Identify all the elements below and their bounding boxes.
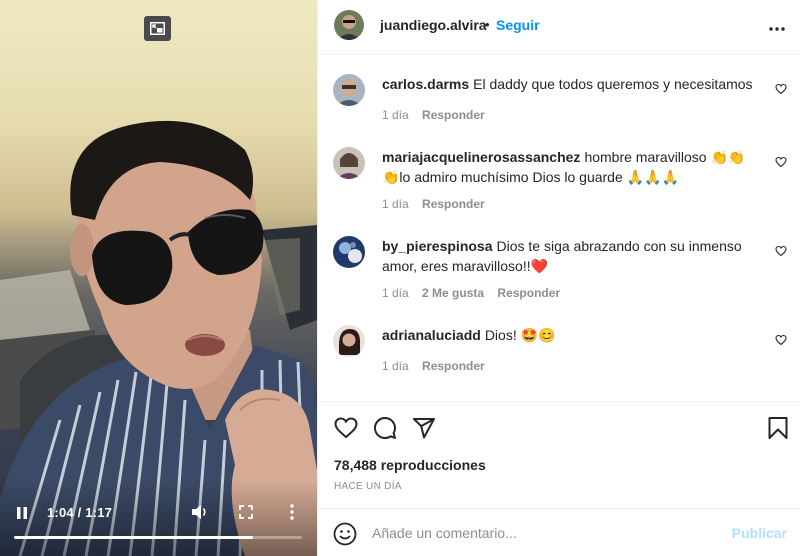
fullscreen-button[interactable] <box>237 503 255 521</box>
commenter-username[interactable]: mariajacquelinerosassanchez <box>382 149 580 165</box>
progress-bar[interactable] <box>14 536 302 539</box>
reply-button[interactable]: Responder <box>422 197 485 211</box>
reply-button[interactable]: Responder <box>422 359 485 373</box>
comment-item: adrianaluciadd Dios! 🤩😊 1 día Responder <box>318 323 800 393</box>
post-panel: juandiego.alvira • Seguir carlos.darms El… <box>317 0 800 556</box>
comment-body: by_pierespinosa Dios te siga abrazando co… <box>382 236 762 276</box>
emoji-smiley-icon[interactable] <box>333 522 357 546</box>
pause-icon <box>17 507 27 519</box>
like-comment-heart-icon[interactable] <box>775 83 787 95</box>
post-date[interactable]: HACE UN DÍA <box>334 481 402 492</box>
comment-meta: 1 día Responder <box>382 359 495 373</box>
post-header: juandiego.alvira • Seguir <box>318 0 800 55</box>
picture-in-picture-button[interactable] <box>144 16 171 41</box>
view-count[interactable]: 78,488 reproducciones <box>334 457 486 473</box>
add-comment-bar: Publicar <box>318 508 800 556</box>
like-comment-heart-icon[interactable] <box>775 334 787 346</box>
video-time: 1:04 / 1:17 <box>47 505 113 520</box>
comment-bubble-icon[interactable] <box>373 416 397 440</box>
video-options-button[interactable] <box>285 503 299 521</box>
reply-button[interactable]: Responder <box>497 286 560 300</box>
comment-likes[interactable]: 2 Me gusta <box>422 286 484 300</box>
volume-button[interactable] <box>190 503 210 521</box>
save-bookmark-icon[interactable] <box>767 416 789 440</box>
publish-button[interactable]: Publicar <box>732 525 787 541</box>
video-player[interactable]: 1:04 / 1:17 <box>0 0 317 556</box>
comment-body: carlos.darms El daddy que todos queremos … <box>382 74 762 94</box>
author-avatar[interactable] <box>334 10 364 40</box>
fullscreen-icon <box>239 505 253 519</box>
vertical-dots-icon <box>290 504 294 520</box>
commenter-avatar[interactable] <box>333 74 365 106</box>
comment-item: by_pierespinosa Dios te siga abrazando co… <box>318 234 800 314</box>
pause-button[interactable] <box>14 505 30 521</box>
post-actions: 78,488 reproducciones HACE UN DÍA <box>318 401 800 501</box>
comment-time[interactable]: 1 día <box>382 286 409 300</box>
comment-meta: 1 día Responder <box>382 108 495 122</box>
video-frame <box>0 120 317 556</box>
commenter-avatar[interactable] <box>333 236 365 268</box>
commenter-avatar[interactable] <box>333 147 365 179</box>
comments-list[interactable]: carlos.darms El daddy que todos queremos … <box>318 56 800 400</box>
comment-item: carlos.darms El daddy que todos queremos … <box>318 72 800 152</box>
progress-fill <box>14 536 254 539</box>
more-options-button[interactable] <box>769 14 785 37</box>
comment-time[interactable]: 1 día <box>382 359 409 373</box>
commenter-avatar[interactable] <box>333 325 365 357</box>
comment-body: adrianaluciadd Dios! 🤩😊 <box>382 325 762 345</box>
comment-meta: 1 día 2 Me gusta Responder <box>382 286 570 300</box>
comment-input[interactable] <box>372 522 712 544</box>
reply-button[interactable]: Responder <box>422 108 485 122</box>
follow-button[interactable]: Seguir <box>496 17 540 33</box>
commenter-username[interactable]: by_pierespinosa <box>382 238 493 254</box>
more-options-icon <box>769 27 785 31</box>
comment-meta: 1 día Responder <box>382 197 495 211</box>
comment-text: Dios! 🤩😊 <box>484 327 556 343</box>
author-username[interactable]: juandiego.alvira <box>380 17 487 33</box>
picture-in-picture-icon <box>150 22 165 35</box>
comment-text: El daddy que todos queremos y necesitamo… <box>473 76 753 92</box>
separator-dot: • <box>485 17 490 32</box>
like-comment-heart-icon[interactable] <box>775 156 787 168</box>
commenter-username[interactable]: adrianaluciadd <box>382 327 481 343</box>
commenter-username[interactable]: carlos.darms <box>382 76 469 92</box>
comment-body: mariajacquelinerosassanchez hombre maravi… <box>382 147 762 187</box>
volume-icon <box>192 505 206 519</box>
comment-time[interactable]: 1 día <box>382 197 409 211</box>
like-comment-heart-icon[interactable] <box>775 245 787 257</box>
comment-time[interactable]: 1 día <box>382 108 409 122</box>
comment-item: mariajacquelinerosassanchez hombre maravi… <box>318 145 800 225</box>
like-heart-icon[interactable] <box>334 416 358 440</box>
share-paper-plane-icon[interactable] <box>412 416 436 440</box>
